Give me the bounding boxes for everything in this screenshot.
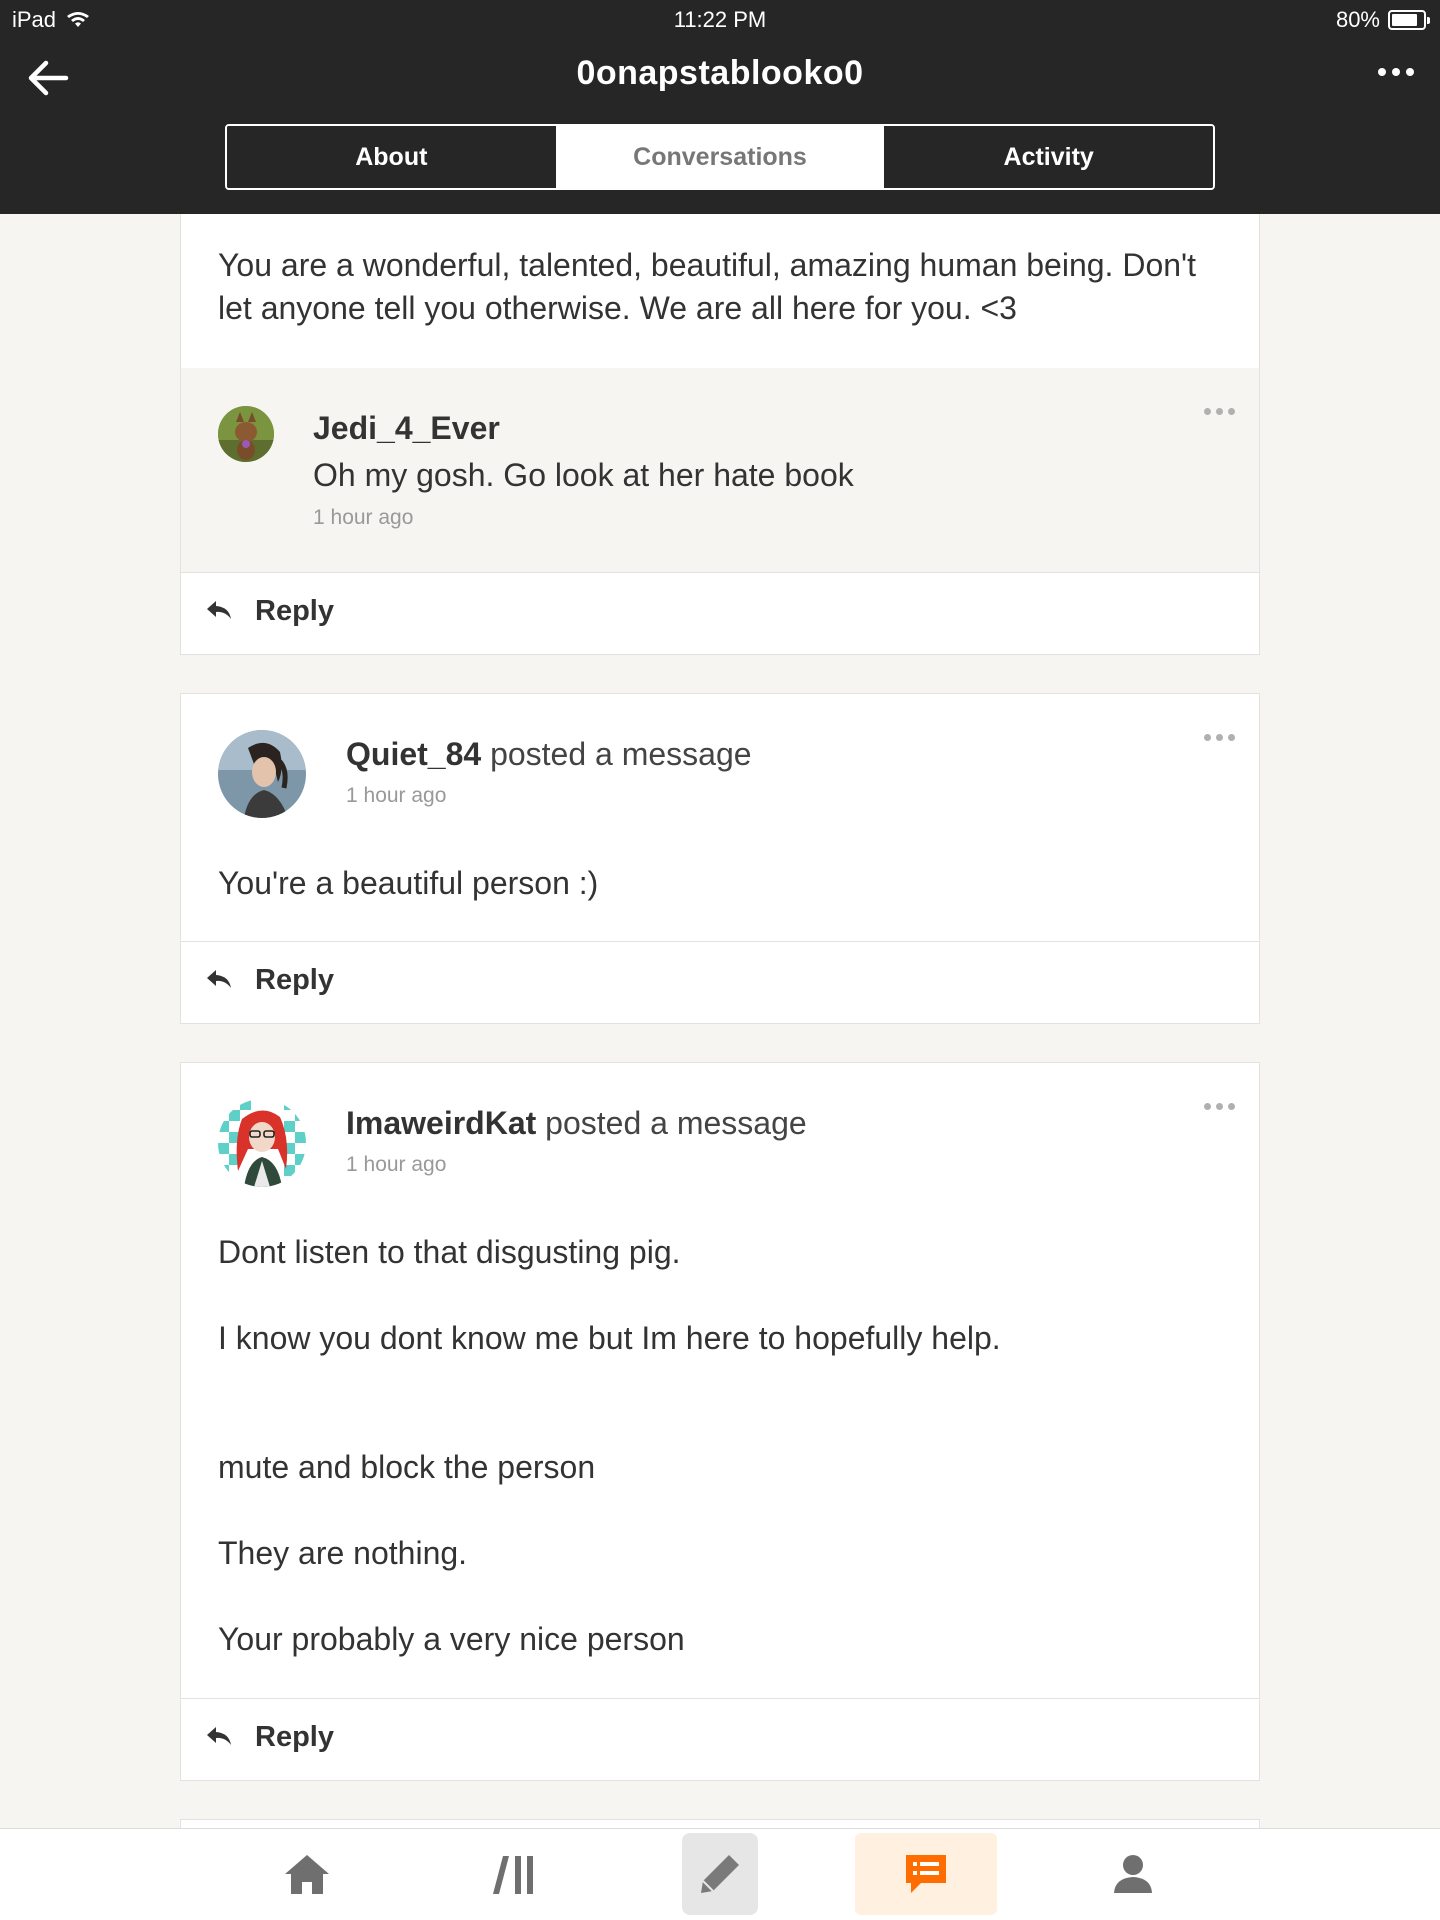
dot <box>1204 734 1211 741</box>
reply-options-button[interactable] <box>1204 408 1235 415</box>
battery-fill <box>1392 14 1418 26</box>
status-right: 80% <box>1335 7 1430 33</box>
bottom-nav <box>0 1828 1440 1920</box>
app-header: 0onapstablooko0 About Conversations Acti… <box>0 38 1440 214</box>
conversations-icon <box>906 1855 946 1893</box>
nav-conversations[interactable] <box>855 1833 997 1915</box>
post-action: posted a message <box>536 1105 807 1141</box>
post-options-button[interactable] <box>1204 734 1235 741</box>
reply-button[interactable]: Reply <box>181 1698 1259 1780</box>
avatar[interactable] <box>218 406 274 462</box>
reply-text: Oh my gosh. Go look at her hate book <box>313 457 854 493</box>
profile-icon <box>1114 1855 1152 1893</box>
message-text: You are a wonderful, talented, beautiful… <box>218 247 1197 326</box>
nav-library[interactable] <box>474 1833 556 1915</box>
battery-icon <box>1388 10 1430 30</box>
message-text: You're a beautiful person :) <box>218 865 599 901</box>
dot <box>1228 408 1235 415</box>
dot <box>1406 68 1414 76</box>
dot <box>1228 734 1235 741</box>
post-time: 1 hour ago <box>346 784 447 807</box>
library-icon <box>493 1856 533 1894</box>
post-header: Quiet_84 posted a message <box>346 736 752 773</box>
message-line: They are nothing. <box>218 1535 468 1571</box>
reply-label: Reply <box>255 595 334 627</box>
post-username[interactable]: ImaweirdKat <box>346 1105 536 1141</box>
more-options-button[interactable] <box>1378 68 1414 76</box>
write-icon <box>701 1855 739 1893</box>
profile-tabs: About Conversations Activity <box>225 124 1215 190</box>
dot <box>1204 408 1211 415</box>
nav-write[interactable] <box>682 1833 758 1915</box>
dot <box>1216 1103 1223 1110</box>
dot <box>1216 408 1223 415</box>
nav-home[interactable] <box>266 1833 348 1915</box>
tab-conversations[interactable]: Conversations <box>555 126 885 188</box>
dot <box>1228 1103 1235 1110</box>
reply-label: Reply <box>255 964 334 996</box>
status-time: 11:22 PM <box>673 7 767 32</box>
avatar[interactable] <box>218 1099 306 1187</box>
page-title: 0onapstablooko0 <box>576 54 864 92</box>
dot <box>1392 68 1400 76</box>
avatar-image <box>218 730 306 818</box>
reply-arrow-icon <box>207 1727 231 1745</box>
post-action: posted a message <box>481 736 752 772</box>
battery-percent: 80% <box>1335 7 1380 32</box>
dot <box>1204 1103 1211 1110</box>
post-time: 1 hour ago <box>346 1153 447 1176</box>
avatar-image <box>218 406 274 462</box>
dot <box>1378 68 1386 76</box>
message-line: mute and block the person <box>218 1449 596 1485</box>
conversation-card: Quiet_84 posted a message 1 hour ago You… <box>180 693 1260 1024</box>
reply-username[interactable]: Jedi_4_Ever <box>313 410 500 447</box>
post-options-button[interactable] <box>1204 1103 1235 1110</box>
dot <box>1216 734 1223 741</box>
post-header: ImaweirdKat posted a message <box>346 1105 807 1142</box>
message-line: I know you dont know me but Im here to h… <box>218 1320 1001 1356</box>
reply-thread: Jedi_4_Ever Oh my gosh. Go look at her h… <box>181 368 1259 573</box>
home-icon <box>285 1855 329 1894</box>
tab-about[interactable]: About <box>227 126 556 188</box>
post-username[interactable]: Quiet_84 <box>346 736 481 772</box>
avatar-image <box>218 1099 306 1187</box>
conversation-card: ImaweirdKat posted a message 1 hour ago … <box>180 1062 1260 1781</box>
status-bar: iPad 11:22 PM 80% <box>0 0 1440 38</box>
conversation-card: You are a wonderful, talented, beautiful… <box>180 214 1260 655</box>
reply-arrow-icon <box>207 601 231 619</box>
reply-time: 1 hour ago <box>313 506 414 529</box>
reply-button[interactable]: Reply <box>181 572 1259 654</box>
message-line: Dont listen to that disgusting pig. <box>218 1234 681 1270</box>
nav-profile[interactable] <box>1092 1833 1174 1915</box>
avatar[interactable] <box>218 730 306 818</box>
reply-label: Reply <box>255 1721 334 1753</box>
reply-arrow-icon <box>207 970 231 988</box>
tab-activity[interactable]: Activity <box>884 126 1213 188</box>
message-line: Your probably a very nice person <box>218 1621 685 1657</box>
reply-button[interactable]: Reply <box>181 941 1259 1023</box>
